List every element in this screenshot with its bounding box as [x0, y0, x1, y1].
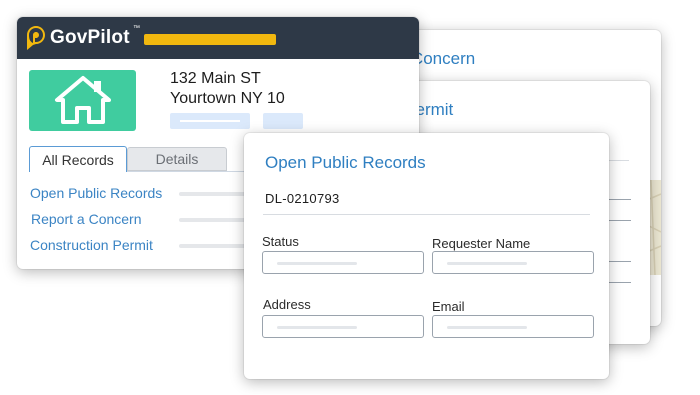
requester-name-field[interactable] [432, 251, 594, 274]
address-label: Address [263, 297, 311, 312]
address-action-pill[interactable] [263, 113, 303, 129]
header-accent-bar [144, 34, 276, 45]
status-field[interactable] [262, 251, 424, 274]
address-line-2: Yourtown NY 10 [170, 90, 285, 107]
tab-all-records[interactable]: All Records [29, 146, 127, 172]
email-label: Email [432, 299, 465, 314]
record-id: DL-0210793 [265, 191, 340, 206]
govpilot-logo-icon [27, 26, 45, 50]
status-label: Status [262, 234, 299, 249]
address-line-1: 132 Main ST [170, 70, 261, 87]
address-field[interactable] [262, 315, 424, 338]
address-action-pill[interactable] [170, 113, 250, 129]
record-link-construction-permit[interactable]: Construction Permit [30, 237, 153, 253]
form-title: Open Public Records [265, 153, 426, 172]
open-public-records-card: Open Public Records DL-0210793 Status Re… [244, 133, 609, 379]
app-header: GovPilot ™ [17, 17, 419, 59]
record-link-open-public-records[interactable]: Open Public Records [30, 185, 162, 201]
trademark-symbol: ™ [133, 25, 140, 32]
divider [263, 214, 590, 215]
tab-details[interactable]: Details [127, 147, 227, 171]
property-thumbnail [29, 70, 136, 131]
requester-name-label: Requester Name [432, 236, 531, 251]
house-icon [55, 76, 111, 124]
email-field[interactable] [432, 315, 594, 338]
record-link-report-concern[interactable]: Report a Concern [31, 211, 142, 227]
brand-name: GovPilot [50, 27, 130, 48]
